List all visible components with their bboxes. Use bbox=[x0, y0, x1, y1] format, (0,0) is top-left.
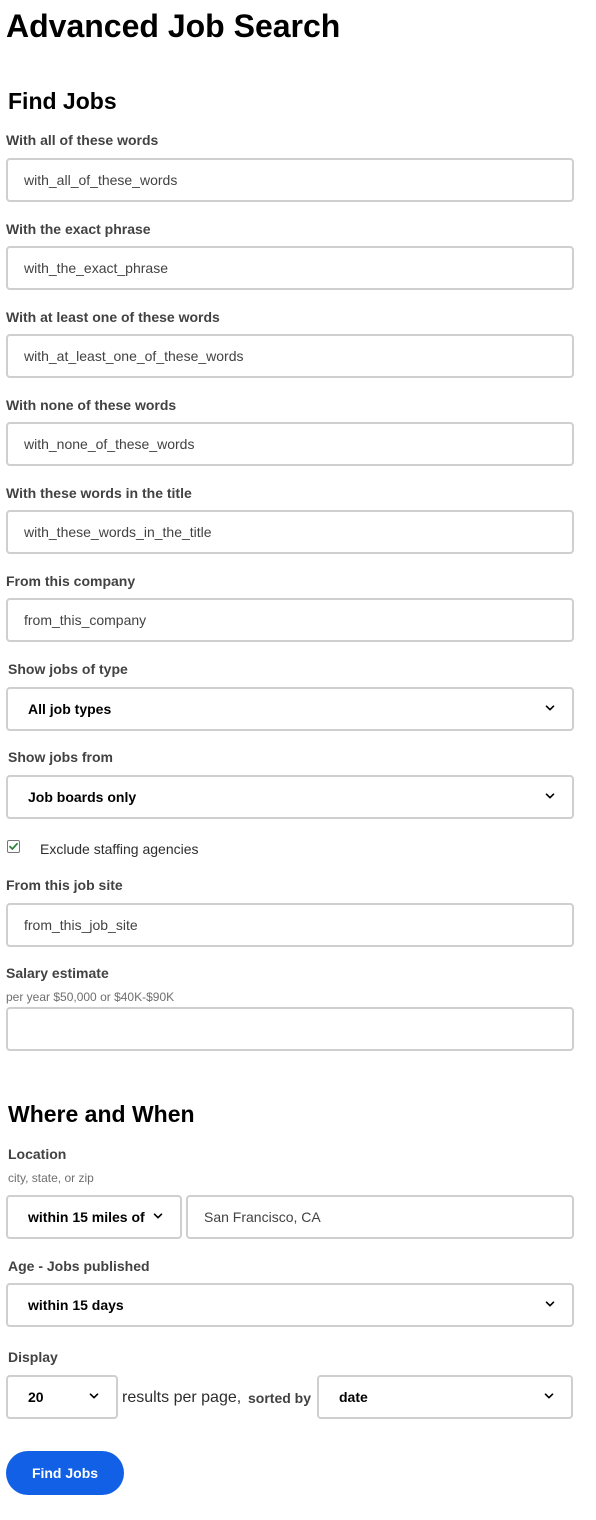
check-icon bbox=[9, 842, 18, 850]
per-page-selected: 20 bbox=[28, 1389, 44, 1405]
display-label: Display bbox=[8, 1349, 58, 1365]
location-label: Location bbox=[8, 1146, 67, 1162]
exact-phrase-label: With the exact phrase bbox=[6, 221, 151, 237]
at-least-one-label: With at least one of these words bbox=[6, 309, 220, 325]
chevron-down-icon bbox=[544, 1393, 554, 1399]
chevron-down-icon bbox=[545, 705, 555, 711]
job-site-label: From this job site bbox=[6, 877, 123, 893]
exclude-staffing-label[interactable]: Exclude staffing agencies bbox=[40, 840, 199, 858]
job-type-label: Show jobs of type bbox=[8, 661, 128, 677]
sort-select[interactable]: date bbox=[317, 1375, 573, 1419]
results-per-page-text: results per page, bbox=[122, 1389, 242, 1406]
sort-selected: date bbox=[339, 1389, 368, 1405]
location-hint: city, state, or zip bbox=[8, 1171, 94, 1185]
chevron-down-icon bbox=[545, 1301, 555, 1307]
job-type-select[interactable]: All job types bbox=[6, 687, 574, 731]
age-selected: within 15 days bbox=[28, 1297, 124, 1313]
at-least-one-input[interactable] bbox=[6, 334, 574, 378]
company-label: From this company bbox=[6, 573, 136, 589]
all-words-input[interactable] bbox=[6, 158, 574, 202]
none-words-input[interactable] bbox=[6, 422, 574, 466]
find-jobs-heading: Find Jobs bbox=[8, 88, 117, 114]
jobs-from-selected: Job boards only bbox=[28, 789, 137, 805]
sorted-by-label: sorted by bbox=[248, 1390, 312, 1406]
where-when-heading: Where and When bbox=[8, 1101, 195, 1127]
chevron-down-icon bbox=[545, 793, 555, 799]
location-radius-select[interactable]: within 15 miles of bbox=[6, 1195, 182, 1239]
salary-hint: per year $50,000 or $40K-$90K bbox=[6, 990, 175, 1004]
job-site-input[interactable] bbox=[6, 903, 574, 947]
find-jobs-button[interactable]: Find Jobs bbox=[6, 1451, 124, 1495]
salary-label: Salary estimate bbox=[6, 965, 109, 981]
none-words-label: With none of these words bbox=[6, 397, 177, 413]
chevron-down-icon bbox=[89, 1393, 99, 1399]
company-input[interactable] bbox=[6, 598, 574, 642]
exclude-staffing-checkbox[interactable] bbox=[7, 840, 20, 853]
chevron-down-icon bbox=[153, 1213, 163, 1219]
exact-phrase-input[interactable] bbox=[6, 246, 574, 290]
job-type-selected: All job types bbox=[28, 701, 112, 717]
location-input[interactable] bbox=[186, 1195, 574, 1239]
jobs-from-select[interactable]: Job boards only bbox=[6, 775, 574, 819]
age-label: Age - Jobs published bbox=[8, 1258, 150, 1274]
per-page-select[interactable]: 20 bbox=[6, 1375, 118, 1419]
title-words-label: With these words in the title bbox=[6, 485, 192, 501]
page-title: Advanced Job Search bbox=[6, 8, 341, 44]
location-radius-selected: within 15 miles of bbox=[28, 1209, 145, 1225]
jobs-from-label: Show jobs from bbox=[8, 749, 113, 765]
all-words-label: With all of these words bbox=[6, 132, 159, 148]
title-words-input[interactable] bbox=[6, 510, 574, 554]
age-select[interactable]: within 15 days bbox=[6, 1283, 574, 1327]
salary-input[interactable] bbox=[6, 1007, 574, 1051]
